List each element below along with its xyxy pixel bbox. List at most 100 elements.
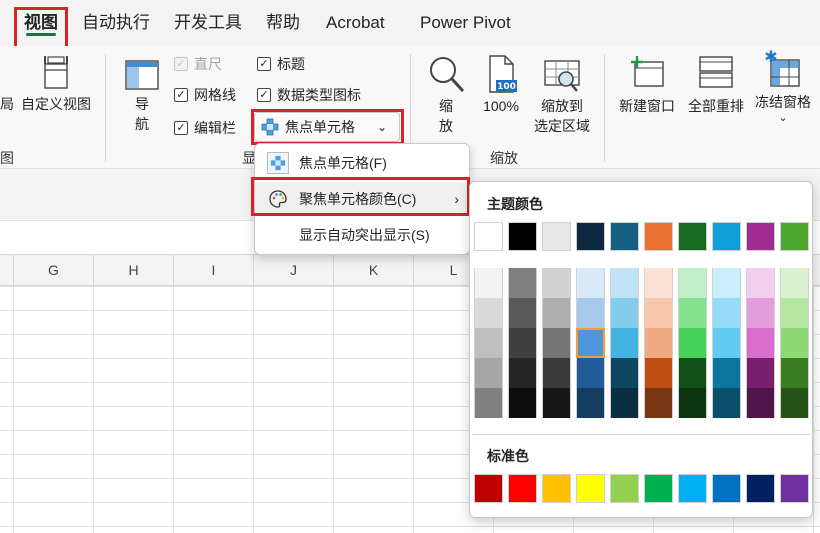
standard-color-swatch[interactable] xyxy=(644,474,673,503)
theme-shade-swatch[interactable] xyxy=(780,328,809,358)
standard-color-swatch[interactable] xyxy=(508,474,537,503)
theme-color-swatch[interactable] xyxy=(644,222,673,251)
theme-shade-swatch[interactable] xyxy=(746,328,775,358)
theme-shade-swatch[interactable] xyxy=(542,388,571,418)
standard-color-swatch[interactable] xyxy=(542,474,571,503)
zoom-100-button[interactable]: 100 100% xyxy=(477,54,525,116)
theme-shade-swatch[interactable] xyxy=(678,358,707,388)
theme-shade-swatch[interactable] xyxy=(508,328,537,358)
theme-shade-swatch[interactable] xyxy=(712,358,741,388)
theme-shade-swatch[interactable] xyxy=(712,268,741,298)
theme-shade-swatch[interactable] xyxy=(678,388,707,418)
theme-color-swatch[interactable] xyxy=(474,222,503,251)
menu-item-focus-cell[interactable]: 焦点单元格(F) xyxy=(255,146,469,180)
theme-shade-swatch[interactable] xyxy=(542,328,571,358)
standard-color-swatch[interactable] xyxy=(712,474,741,503)
theme-shade-swatch[interactable] xyxy=(610,328,639,358)
theme-shade-swatch[interactable] xyxy=(780,298,809,328)
theme-shade-swatch[interactable] xyxy=(576,298,605,328)
theme-shade-swatch[interactable] xyxy=(542,298,571,328)
theme-shade-swatch[interactable] xyxy=(746,358,775,388)
theme-shade-swatch[interactable] xyxy=(780,388,809,418)
theme-shade-swatch[interactable] xyxy=(746,268,775,298)
formula-bar-checkbox[interactable]: ✓ 编辑栏 xyxy=(174,118,236,138)
selected-color-swatch[interactable] xyxy=(576,328,605,358)
standard-color-swatch[interactable] xyxy=(610,474,639,503)
theme-shade-swatch[interactable] xyxy=(542,358,571,388)
column-header-h[interactable]: H xyxy=(93,254,173,286)
gridlines-checkbox[interactable]: ✓ 网格线 xyxy=(174,85,236,105)
theme-color-swatch[interactable] xyxy=(508,222,537,251)
theme-shade-swatch[interactable] xyxy=(576,388,605,418)
theme-shade-swatch[interactable] xyxy=(474,388,503,418)
tab-automate[interactable]: 自动执行 xyxy=(74,6,158,40)
menu-item-auto-highlight[interactable]: 显示自动突出显示(S) xyxy=(255,218,469,252)
column-header-j[interactable]: J xyxy=(253,254,333,286)
theme-color-swatch[interactable] xyxy=(712,222,741,251)
theme-shade-swatch[interactable] xyxy=(780,358,809,388)
theme-shade-swatch[interactable] xyxy=(712,388,741,418)
theme-shade-swatch[interactable] xyxy=(508,298,537,328)
tab-power-pivot[interactable]: Power Pivot xyxy=(412,6,519,40)
theme-shade-swatch[interactable] xyxy=(576,358,605,388)
navigation-button[interactable]: 导 航 xyxy=(120,54,164,134)
theme-color-swatch[interactable] xyxy=(678,222,707,251)
theme-shade-swatch[interactable] xyxy=(712,328,741,358)
tab-view[interactable]: 视图 xyxy=(16,6,66,40)
theme-shade-swatch[interactable] xyxy=(508,388,537,418)
theme-shade-swatch[interactable] xyxy=(644,388,673,418)
theme-shade-swatch[interactable] xyxy=(474,268,503,298)
theme-color-swatch[interactable] xyxy=(780,222,809,251)
theme-shade-swatch[interactable] xyxy=(610,268,639,298)
zoom-sel-label-1: 缩放到 xyxy=(541,98,583,114)
theme-color-swatch[interactable] xyxy=(746,222,775,251)
tab-help[interactable]: 帮助 xyxy=(258,6,308,40)
column-header-i[interactable]: I xyxy=(173,254,253,286)
theme-shade-swatch[interactable] xyxy=(678,328,707,358)
standard-color-swatch[interactable] xyxy=(780,474,809,503)
theme-color-swatch[interactable] xyxy=(576,222,605,251)
standard-color-swatch[interactable] xyxy=(746,474,775,503)
tab-developer[interactable]: 开发工具 xyxy=(166,6,250,40)
freeze-chevron-icon: ⌄ xyxy=(778,112,788,124)
column-header-g[interactable]: G xyxy=(13,254,93,286)
theme-shade-swatch[interactable] xyxy=(576,268,605,298)
datatype-icons-checkbox[interactable]: ✓ 数据类型图标 xyxy=(257,85,361,105)
theme-shade-swatch[interactable] xyxy=(644,358,673,388)
theme-shade-swatch[interactable] xyxy=(474,328,503,358)
theme-shade-swatch[interactable] xyxy=(746,388,775,418)
theme-shade-swatch[interactable] xyxy=(474,298,503,328)
theme-shade-swatch[interactable] xyxy=(474,358,503,388)
custom-view-button[interactable]: 自定义视图 xyxy=(18,54,94,114)
focus-cell-dropdown-button[interactable]: 焦点单元格 ⌄ xyxy=(254,112,400,142)
column-header-k[interactable]: K xyxy=(333,254,413,286)
arrange-all-button[interactable]: 全部重排 xyxy=(683,54,749,116)
headings-checkbox[interactable]: ✓ 标题 xyxy=(257,54,305,74)
zoom-to-selection-button[interactable]: 缩放到 选定区域 xyxy=(529,54,595,136)
theme-shade-swatch[interactable] xyxy=(712,298,741,328)
tab-acrobat[interactable]: Acrobat xyxy=(318,6,393,40)
theme-color-swatch[interactable] xyxy=(542,222,571,251)
theme-shade-swatch[interactable] xyxy=(780,268,809,298)
new-window-button[interactable]: 新建窗口 xyxy=(614,54,680,116)
theme-shade-swatch[interactable] xyxy=(610,388,639,418)
theme-shade-swatch[interactable] xyxy=(644,298,673,328)
menu-item-focus-color[interactable]: 聚焦单元格颜色(C) › xyxy=(255,182,469,216)
theme-shade-swatch[interactable] xyxy=(508,268,537,298)
standard-color-swatch[interactable] xyxy=(678,474,707,503)
theme-shade-swatch[interactable] xyxy=(644,328,673,358)
theme-shade-swatch[interactable] xyxy=(746,298,775,328)
standard-color-swatch[interactable] xyxy=(474,474,503,503)
freeze-panes-button[interactable]: ✱ 冻结窗格 ⌄ xyxy=(750,50,816,124)
theme-color-swatch[interactable] xyxy=(610,222,639,251)
theme-shade-swatch[interactable] xyxy=(610,358,639,388)
theme-shade-swatch[interactable] xyxy=(542,268,571,298)
theme-shade-swatch[interactable] xyxy=(508,358,537,388)
theme-shade-swatch[interactable] xyxy=(644,268,673,298)
theme-shade-swatch[interactable] xyxy=(678,298,707,328)
theme-shade-swatch[interactable] xyxy=(678,268,707,298)
standard-color-swatch[interactable] xyxy=(576,474,605,503)
ruler-checkbox[interactable]: ✓ 直尺 xyxy=(174,54,222,74)
theme-shade-swatch[interactable] xyxy=(610,298,639,328)
zoom-button[interactable]: 缩 放 xyxy=(424,54,468,136)
